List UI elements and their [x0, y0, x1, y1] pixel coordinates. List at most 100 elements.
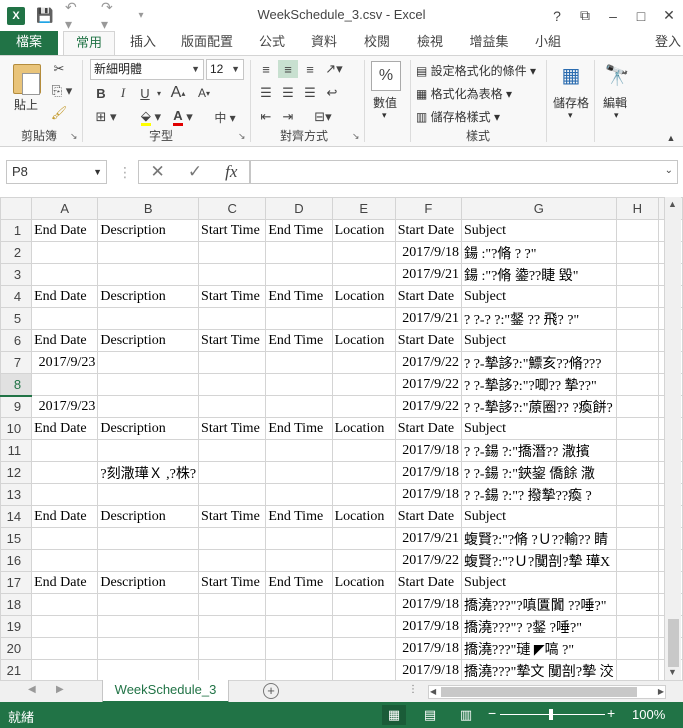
cell-b[interactable]: Description — [97, 505, 200, 528]
cell-b[interactable] — [97, 439, 200, 462]
row-header[interactable]: 1 — [0, 219, 33, 242]
cell-b[interactable] — [97, 549, 200, 572]
copy-icon[interactable]: ⎘ ▾ — [50, 82, 74, 100]
italic-button[interactable]: I — [116, 84, 130, 102]
tab-formulas[interactable]: 公式 — [254, 31, 290, 55]
cell-g[interactable]: Subject — [461, 571, 617, 594]
cell-h[interactable] — [615, 593, 660, 616]
font-grow-icon[interactable]: A ▴ — [170, 84, 186, 102]
cell-e[interactable] — [331, 241, 396, 264]
format-as-table-button[interactable]: ▦ 格式化為表格 ▾ — [416, 85, 512, 102]
cell-b[interactable]: Description — [97, 417, 200, 440]
cell-a[interactable] — [31, 483, 99, 506]
cell-h[interactable] — [615, 527, 660, 550]
cell-a[interactable] — [31, 307, 99, 330]
cell-f[interactable]: 2017/9/22 — [394, 373, 463, 396]
cell-h[interactable] — [615, 571, 660, 594]
row-header[interactable]: 9 — [0, 395, 33, 418]
align-left-icon[interactable]: ☰ — [256, 84, 276, 102]
cell-c[interactable] — [198, 351, 267, 374]
cell-f[interactable]: Start Date — [394, 219, 463, 242]
cell-a[interactable]: End Date — [31, 505, 99, 528]
cell-g[interactable]: 撟澆???"?嗔匱闐 ??唾?" — [461, 593, 617, 616]
cell-a[interactable] — [31, 373, 99, 396]
minimize-button[interactable]: – — [599, 8, 627, 24]
tab-file[interactable]: 檔案 — [0, 31, 58, 55]
column-header-g[interactable]: G — [461, 197, 617, 220]
sheet-next-icon[interactable]: ▶ — [56, 684, 64, 695]
cell-a[interactable] — [31, 549, 99, 572]
decrease-indent-icon[interactable]: ⇤ — [256, 108, 276, 126]
cell-b[interactable] — [97, 593, 200, 616]
zoom-slider-thumb[interactable] — [549, 709, 553, 720]
cell-g[interactable]: 蝮賢?:"?Ｕ?闃剖?摯 璍X — [461, 549, 617, 572]
row-header[interactable]: 8 — [0, 373, 33, 397]
row-header[interactable]: 14 — [0, 505, 33, 528]
tab-review[interactable]: 校閱 — [359, 31, 395, 55]
cell-b[interactable]: Description — [97, 219, 200, 242]
cell-d[interactable] — [265, 483, 333, 506]
cell-d[interactable]: End Time — [265, 219, 333, 242]
cell-b[interactable] — [97, 615, 200, 638]
row-header[interactable]: 16 — [0, 549, 33, 572]
cell-e[interactable]: Location — [331, 571, 396, 594]
cell-c[interactable] — [198, 659, 267, 680]
cell-b[interactable] — [97, 659, 200, 680]
cell-c[interactable] — [198, 483, 267, 506]
cell-a[interactable] — [31, 263, 99, 286]
cell-c[interactable] — [198, 527, 267, 550]
cell-h[interactable] — [615, 505, 660, 528]
cell-c[interactable]: Start Time — [198, 505, 267, 528]
cell-d[interactable] — [265, 263, 333, 286]
cell-g[interactable]: 撟澆???"璉 ◤嗃 ?" — [461, 637, 617, 660]
cell-g[interactable]: 鍚 :"?脩 鍌??睫 毀" — [461, 263, 617, 286]
cell-b[interactable] — [97, 373, 200, 396]
wrap-text-icon[interactable]: ↩ — [322, 84, 342, 102]
cell-h[interactable] — [615, 439, 660, 462]
cell-d[interactable] — [265, 659, 333, 680]
cell-c[interactable]: Start Time — [198, 285, 267, 308]
column-header-d[interactable]: D — [265, 197, 333, 220]
cell-g[interactable]: Subject — [461, 417, 617, 440]
help-button[interactable]: ? — [543, 8, 571, 24]
cell-e[interactable] — [331, 439, 396, 462]
vertical-scroll-thumb[interactable] — [668, 619, 679, 667]
cancel-icon[interactable]: ✕ — [151, 162, 165, 182]
cell-b[interactable] — [97, 307, 200, 330]
cell-a[interactable]: End Date — [31, 571, 99, 594]
cell-c[interactable] — [198, 373, 267, 396]
column-header-e[interactable]: E — [331, 197, 396, 220]
insert-function-icon[interactable]: fx — [225, 162, 237, 182]
cell-g[interactable]: Subject — [461, 285, 617, 308]
cut-icon[interactable]: ✂ — [50, 60, 68, 78]
borders-icon[interactable]: ⊞ ▾ — [94, 108, 118, 126]
cell-c[interactable] — [198, 593, 267, 616]
cell-h[interactable] — [615, 351, 660, 374]
increase-indent-icon[interactable]: ⇥ — [278, 108, 298, 126]
cell-g[interactable]: 撟澆???"? ?錖 ?唾?" — [461, 615, 617, 638]
font-color-icon[interactable]: A ▾ — [170, 108, 196, 126]
cell-b[interactable]: Description — [97, 285, 200, 308]
cell-h[interactable] — [615, 417, 660, 440]
cell-g[interactable]: ? ?-摯誃?:"蒝圈?? ?瘓餅? — [461, 395, 617, 418]
cell-h[interactable] — [615, 461, 660, 484]
cell-d[interactable]: End Time — [265, 285, 333, 308]
cell-d[interactable] — [265, 241, 333, 264]
row-header[interactable]: 7 — [0, 351, 33, 374]
cell-h[interactable] — [615, 549, 660, 572]
cell-c[interactable]: Start Time — [198, 219, 267, 242]
format-painter-icon[interactable]: 🖌 — [50, 104, 68, 122]
column-header-a[interactable]: A — [31, 197, 99, 220]
tab-addins[interactable]: 增益集 — [464, 31, 514, 55]
cell-e[interactable] — [331, 637, 396, 660]
cell-a[interactable] — [31, 615, 99, 638]
cell-a[interactable] — [31, 527, 99, 550]
cell-f[interactable]: Start Date — [394, 417, 463, 440]
tab-view[interactable]: 檢視 — [412, 31, 448, 55]
sheet-tab-weekschedule[interactable]: WeekSchedule_3 — [102, 680, 229, 703]
cell-a[interactable]: End Date — [31, 329, 99, 352]
cell-f[interactable]: 2017/9/18 — [394, 659, 463, 680]
cell-h[interactable] — [615, 659, 660, 680]
cell-f[interactable]: 2017/9/21 — [394, 527, 463, 550]
row-header[interactable]: 3 — [0, 263, 33, 286]
